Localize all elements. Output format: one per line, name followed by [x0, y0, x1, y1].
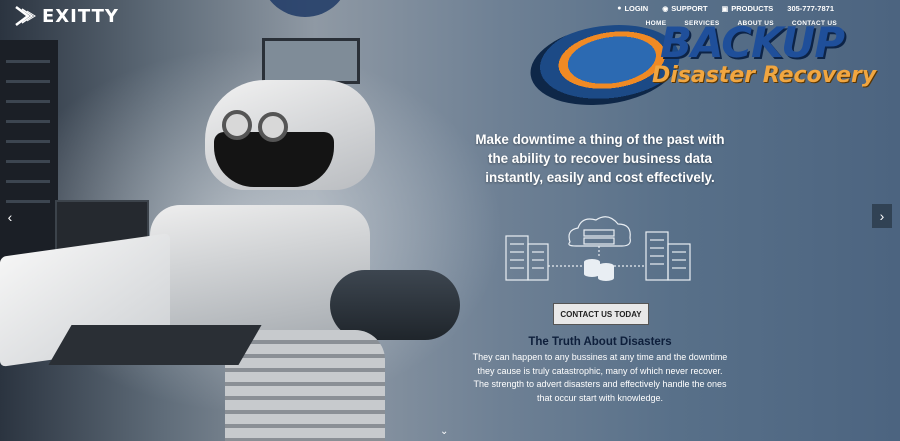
contact-us-today-button[interactable]: CONTACT US TODAY — [553, 303, 649, 325]
nav-about-us[interactable]: ABOUT US — [738, 20, 774, 27]
laptop-keyboard-image — [48, 325, 262, 365]
brand-logo[interactable]: EXITTY — [14, 5, 119, 27]
hero-slider: BACKUP Disaster Recovery — [0, 0, 900, 441]
slider-next-button[interactable]: › — [872, 204, 892, 228]
background-window — [262, 38, 360, 84]
main-nav: HOME SERVICES ABOUT US CONTACT US — [646, 20, 837, 27]
robot-eye-icon — [222, 110, 252, 140]
disaster-recovery-logo-text: Disaster Recovery — [652, 63, 877, 88]
brand-name: EXITTY — [42, 5, 119, 27]
box-icon: ▣ — [721, 5, 729, 13]
login-link[interactable]: ● LOGIN — [617, 4, 648, 13]
products-link[interactable]: ▣ PRODUCTS — [722, 4, 774, 13]
utility-nav: ● LOGIN ◉ SUPPORT ▣ PRODUCTS 305-777-787… — [617, 4, 834, 13]
user-icon: ● — [617, 5, 622, 12]
nav-home[interactable]: HOME — [646, 20, 667, 27]
globe-icon: ◉ — [662, 5, 669, 13]
chevron-left-icon: ‹ — [7, 209, 13, 225]
scroll-down-button[interactable]: ⌄ — [440, 426, 448, 437]
cloud-backup-diagram-icon — [505, 216, 691, 281]
hero-headline: Make downtime a thing of the past with t… — [475, 132, 725, 185]
chevron-right-icon: › — [879, 208, 885, 224]
products-label: PRODUCTS — [731, 4, 774, 13]
section-title: The Truth About Disasters — [528, 336, 672, 348]
nav-services[interactable]: SERVICES — [684, 20, 719, 27]
phone-number: 305-777-7871 — [787, 4, 834, 13]
login-label: LOGIN — [624, 4, 649, 13]
chevron-down-icon: ⌄ — [440, 426, 449, 437]
robot-eye-icon — [258, 112, 288, 142]
nav-contact-us[interactable]: CONTACT US — [792, 20, 837, 27]
site-header: EXITTY ● LOGIN ◉ SUPPORT ▣ PRODUCTS 305-… — [0, 0, 900, 34]
section-body: They can happen to any bussines at any t… — [472, 352, 728, 403]
support-label: SUPPORT — [671, 4, 708, 13]
support-link[interactable]: ◉ SUPPORT — [662, 4, 707, 13]
slider-prev-button[interactable]: ‹ — [0, 205, 20, 229]
phone-link[interactable]: 305-777-7871 — [787, 4, 834, 13]
exitty-logo-icon — [15, 6, 36, 26]
